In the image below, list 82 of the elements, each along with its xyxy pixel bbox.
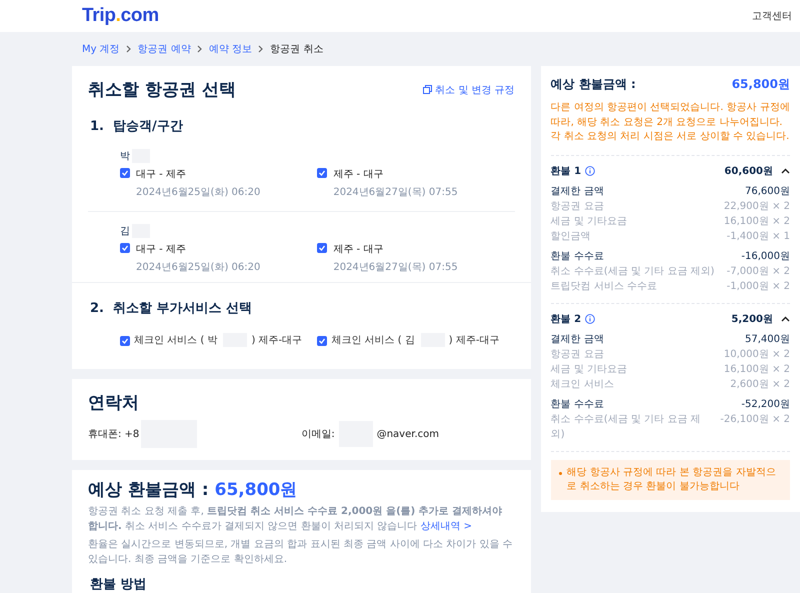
service-route: ) 제주-대구 [448, 334, 500, 347]
alert-text: 해당 항공사 규정에 따라 본 항공권을 자발적으로 취소하는 경우 환불이 불가능합니다 [566, 466, 777, 494]
card-title: 연락처 [88, 392, 140, 414]
bullet-icon [558, 472, 562, 474]
breadcrumb-link[interactable]: 항공권 예약 [138, 42, 191, 56]
summary-title: 예상 환불금액 : [550, 76, 636, 93]
fee-label: 세금 및 기타요금 [550, 362, 628, 376]
phone-label: 휴대폰: +8 [88, 428, 140, 441]
fee-label: 세금 및 기타요금 [550, 214, 628, 228]
fee-value: 57,400원 [745, 332, 790, 346]
fee-value: 22,900원 × 2 [724, 200, 790, 214]
copy-icon[interactable] [423, 85, 432, 94]
fee-value: 16,100원 × 2 [724, 362, 790, 376]
section-title: 1. 탑승객/구간 [90, 118, 184, 135]
details-link[interactable]: 상세내역 > [420, 520, 472, 532]
info-icon[interactable] [585, 314, 596, 324]
refund-title: 환불 2 [550, 312, 582, 326]
route-label: 제주 - 대구 [333, 168, 384, 181]
fee-label: 항공권 요금 [550, 200, 604, 214]
fee-label: 할인금액 [550, 230, 591, 244]
fee-label: 트립닷컴 서비스 수수료 [550, 280, 658, 294]
service-route: ) 제주-대구 [251, 334, 302, 347]
split-warning: 다른 여정의 항공편이 선택되었습니다. 항공사 규정에 따라, 해당 취소 요청은 2개 요청으로 나누어집니다. 각 취소 요청의 처리 시점은 서로 상이할 수 있습니다. [550, 101, 790, 156]
checkbox[interactable] [317, 168, 328, 178]
route-label: 제주 - 대구 [333, 243, 384, 256]
fee-label: 체크인 서비스 [550, 378, 614, 392]
chevron-icon [258, 45, 264, 53]
trip-logo[interactable]: Trip.com [82, 5, 159, 27]
fee-value: -1,000원 × 2 [726, 280, 790, 294]
fee-value: -16,000원 [741, 250, 790, 264]
fee-value: -1,400원 × 1 [726, 230, 790, 244]
passenger-name: 김 [120, 225, 130, 238]
fee-label: 환불 수수료 [550, 398, 604, 412]
flight-date: 2024년6월25일(화) 06:20 [136, 261, 260, 274]
service-label: 체크인 서비스 ( 김 [331, 334, 415, 347]
fee-value: 16,100원 × 2 [724, 214, 790, 228]
info-icon[interactable] [585, 166, 596, 176]
fee-label: 환불 수수료 [550, 250, 604, 264]
section-title: 환불 방법 [90, 576, 148, 593]
checkbox[interactable] [120, 336, 130, 346]
caret-icon[interactable] [781, 316, 790, 322]
flight-date: 2024년6월27일(목) 07:55 [333, 186, 458, 199]
refund-total: 5,200원 [731, 312, 773, 326]
refund-title: 환불 1 [550, 164, 582, 178]
fee-label: 결제한 금액 [550, 332, 604, 346]
summary-amount: 65,800원 [732, 76, 790, 93]
fee-value: 10,000원 × 2 [724, 348, 790, 362]
chevron-icon [196, 45, 203, 53]
refund-amount: 65,800원 [214, 479, 298, 501]
route-label: 대구 - 제주 [136, 168, 187, 181]
chevron-icon [126, 45, 132, 53]
breadcrumb-link[interactable]: 예약 정보 [208, 42, 252, 56]
card-title: 예상 환불금액 : [88, 479, 209, 501]
caret-icon[interactable] [781, 168, 790, 174]
route-label: 대구 - 제주 [136, 243, 187, 256]
fee-value: -7,000원 × 2 [726, 264, 790, 278]
card-title: 취소할 항공권 선택 [88, 79, 236, 101]
fee-value: -26,100원 × 2 [720, 412, 790, 426]
fee-value: -52,200원 [741, 398, 790, 412]
fee-label: 결제한 금액 [550, 184, 604, 198]
flight-date: 2024년6월27일(목) 07:55 [333, 261, 458, 274]
fee-label: 취소 수수료(세금 및 기타 요금 제외) [550, 264, 714, 278]
passenger-name: 박 [120, 150, 130, 163]
flight-date: 2024년6월25일(화) 06:20 [136, 186, 260, 199]
exchange-note: 환율은 실시간으로 변동되므로, 개별 요금의 합과 표시된 최종 금액 사이에 다소 차이가 있을 수 있습니다. 최종 금액을 기준으로 확인하세요. [88, 538, 514, 566]
breadcrumb-link[interactable]: My 계정 [82, 42, 120, 56]
fee-label: 취소 수수료(세금 및 기타 요금 제외) [550, 412, 702, 442]
refund-total: 60,600원 [724, 164, 773, 178]
checkbox[interactable] [317, 243, 328, 253]
support-link[interactable]: 고객센터 [752, 9, 792, 23]
refund-notice: 항공권 취소 요청 제출 후, 트립닷컴 취소 서비스 수수료 2,000원 을(를) 추가로 결제하셔야 합니다. 취소 서비스 수수료가 결제되지 않으면 환불이 처리되지 않습니다 상세내역 > [88, 505, 504, 534]
fee-label: 항공권 요금 [550, 348, 604, 362]
checkbox[interactable] [120, 168, 130, 178]
checkbox[interactable] [120, 243, 130, 253]
fee-value: 2,600원 × 2 [730, 378, 790, 392]
service-label: 체크인 서비스 ( 박 [134, 334, 218, 347]
fee-value: 76,600원 [745, 184, 790, 198]
policy-link[interactable]: 취소 및 변경 규정 [423, 82, 515, 96]
email-label: 이메일: [301, 428, 335, 441]
section-title: 2. 취소할 부가서비스 선택 [90, 300, 254, 317]
checkbox[interactable] [317, 336, 328, 346]
email-domain: @naver.com [376, 428, 439, 440]
